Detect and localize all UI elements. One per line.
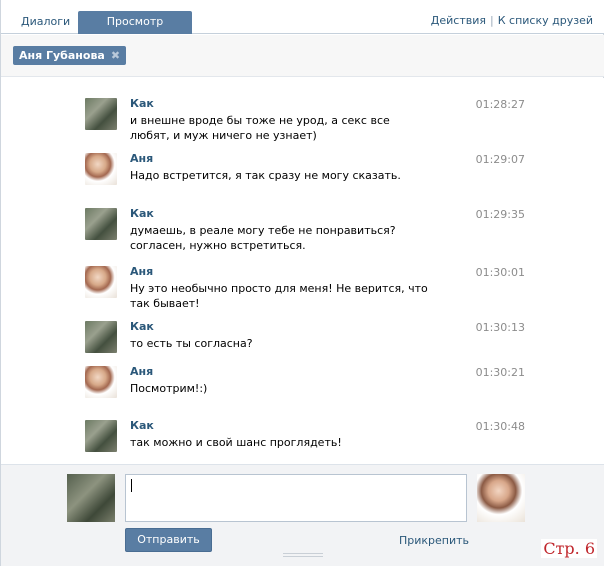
- avatar[interactable]: [85, 366, 117, 398]
- message-author[interactable]: Как: [130, 419, 154, 432]
- avatar[interactable]: [85, 98, 117, 130]
- avatar[interactable]: [85, 321, 117, 353]
- close-icon[interactable]: ✖: [111, 46, 120, 65]
- message-author[interactable]: Аня: [130, 365, 153, 378]
- message-author[interactable]: Как: [130, 320, 154, 333]
- messenger-window: Диалоги Просмотр диалогов Действия | К спи…: [0, 0, 604, 566]
- header-links: Действия | К списку друзей: [431, 14, 593, 27]
- message-text: Ну это необычно просто для меня! Не вери…: [130, 282, 428, 310]
- message-text: Посмотрим!:): [130, 382, 208, 395]
- message-time: 01:30:48: [475, 420, 525, 433]
- message-history: Как и внешне вроде бы тоже не урод, а се…: [1, 78, 604, 464]
- page-mark: Стр. 6: [541, 539, 597, 558]
- send-button[interactable]: Отправить: [125, 528, 212, 552]
- message-time: 01:30:01: [475, 266, 525, 279]
- message-text: то есть ты согласна?: [130, 337, 253, 350]
- recipient-name: Аня Губанова: [19, 49, 105, 62]
- resize-handle[interactable]: [283, 553, 323, 557]
- message-time: 01:29:35: [475, 208, 525, 221]
- message-author[interactable]: Как: [130, 97, 154, 110]
- message-author[interactable]: Как: [130, 207, 154, 220]
- message-text: так можно и свой шанс проглядеть!: [130, 436, 342, 449]
- tab-dialogs[interactable]: Диалоги: [13, 11, 78, 34]
- message-time: 01:30:13: [475, 321, 525, 334]
- avatar[interactable]: [85, 266, 117, 298]
- friends-list-link[interactable]: К списку друзей: [498, 14, 593, 27]
- message-text: Надо встретится, я так сразу не могу ска…: [130, 169, 401, 182]
- message-time: 01:28:27: [475, 98, 525, 111]
- avatar[interactable]: [85, 153, 117, 185]
- recipient-chip[interactable]: Аня Губанова ✖: [13, 46, 127, 65]
- message-text: думаешь, в реале могу тебе не понравитьс…: [130, 224, 396, 252]
- link-separator: |: [490, 14, 494, 27]
- peer-avatar[interactable]: [477, 474, 525, 522]
- message-input[interactable]: [125, 474, 467, 522]
- message-time: 01:30:21: [475, 366, 525, 379]
- compose-area: Отправить Прикрепить: [1, 464, 604, 566]
- my-avatar[interactable]: [67, 474, 115, 522]
- message-author[interactable]: Аня: [130, 152, 153, 165]
- tab-view-dialogs[interactable]: Просмотр диалогов: [78, 11, 192, 50]
- text-caret: [131, 479, 132, 492]
- message-text: и внешне вроде бы тоже не урод, а секс в…: [130, 114, 390, 142]
- avatar[interactable]: [85, 208, 117, 240]
- actions-link[interactable]: Действия: [431, 14, 486, 27]
- tab-bar: Диалоги Просмотр диалогов Действия | К спи…: [1, 0, 604, 50]
- avatar[interactable]: [85, 420, 117, 452]
- message-time: 01:29:07: [475, 153, 525, 166]
- recipient-bar: Аня Губанова ✖: [1, 35, 604, 77]
- message-author[interactable]: Аня: [130, 265, 153, 278]
- attach-link[interactable]: Прикрепить: [399, 534, 469, 547]
